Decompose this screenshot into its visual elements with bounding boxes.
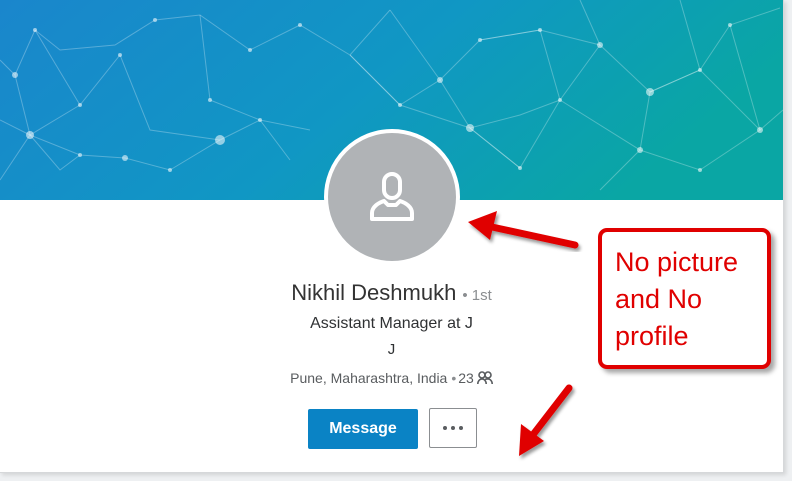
profile-location: Pune, Maharashtra, India — [290, 370, 448, 386]
connection-degree: • 1st — [462, 287, 492, 304]
ellipsis-icon — [441, 426, 465, 430]
annotation-text: No picture and No profile — [615, 247, 739, 351]
message-button[interactable]: Message — [308, 409, 418, 449]
location-row: Pune, Maharashtra, India • 23 — [0, 370, 783, 388]
annotation-callout: No picture and No profile — [598, 228, 771, 369]
more-actions-button[interactable] — [429, 408, 477, 448]
separator-dot: • — [451, 370, 457, 386]
connections-count[interactable]: 23 — [458, 370, 474, 386]
people-icon[interactable] — [476, 371, 493, 388]
profile-avatar[interactable] — [324, 129, 460, 265]
person-placeholder-icon — [370, 172, 414, 221]
profile-name[interactable]: Nikhil Deshmukh — [291, 280, 456, 305]
